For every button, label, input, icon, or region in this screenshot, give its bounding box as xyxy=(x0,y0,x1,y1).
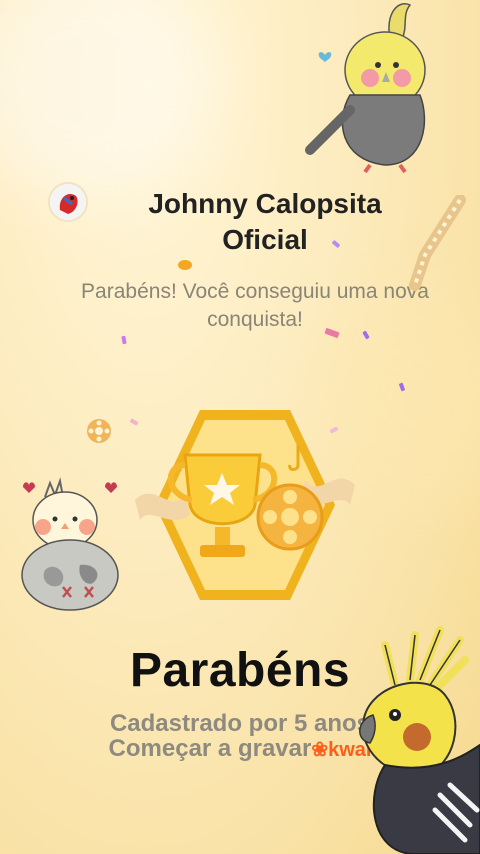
cockatiel-sticker-top xyxy=(305,3,426,174)
kwai-logo-icon: ❀ xyxy=(311,739,329,761)
confetti-piece xyxy=(178,260,192,270)
film-strip-decoration xyxy=(409,195,466,291)
confetti-piece xyxy=(121,335,127,345)
cockatiel-sticker-left xyxy=(21,477,119,611)
cockatiel-sticker-bottom xyxy=(359,626,480,854)
film-reel-icon xyxy=(87,419,111,443)
achievement-badge-icon xyxy=(135,410,355,600)
channel-title: Johnny Calopsita Oficial xyxy=(148,188,382,255)
start-recording-label: Começar a gravar xyxy=(108,735,312,762)
achievement-message: Parabéns! Você conseguiu uma nova conqui… xyxy=(81,280,429,331)
channel-avatar[interactable] xyxy=(48,182,88,222)
parrot-avatar-icon xyxy=(50,184,86,220)
